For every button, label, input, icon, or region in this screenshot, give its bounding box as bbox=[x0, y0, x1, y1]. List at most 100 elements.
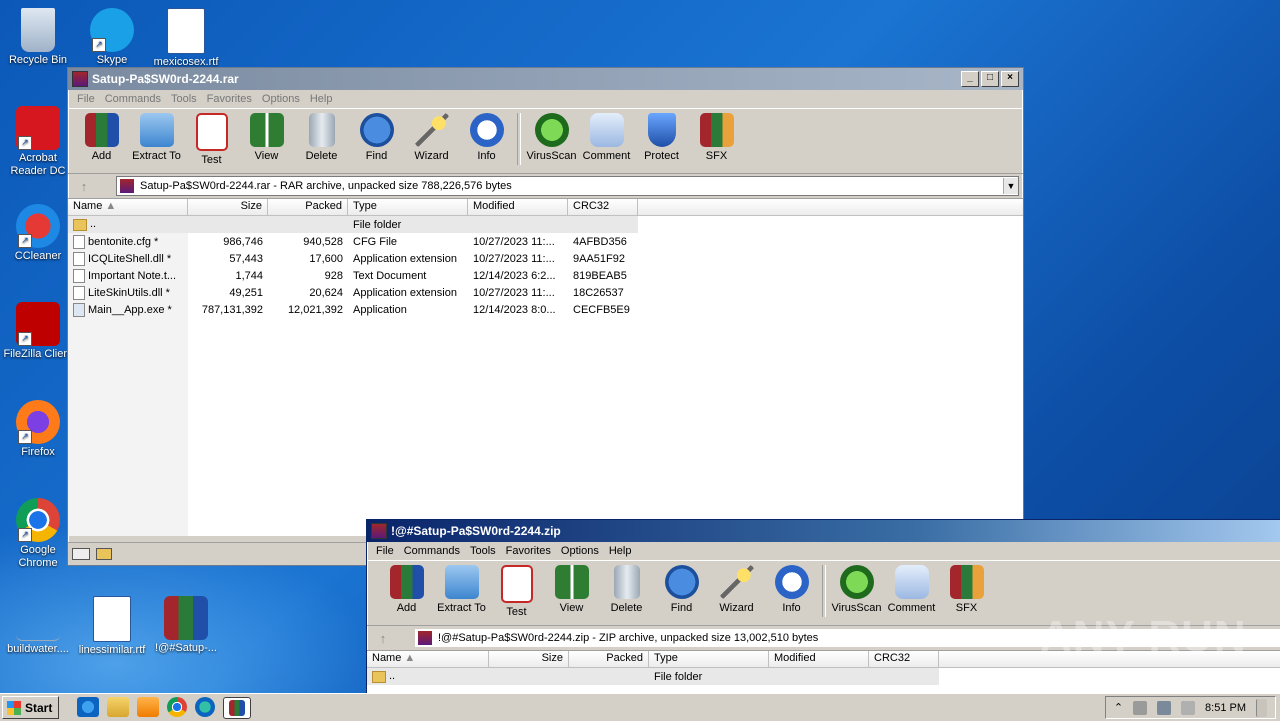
table-row[interactable]: LiteSkinUtils.dll * 49,251 20,624 Applic… bbox=[68, 284, 1023, 301]
desktop-icon-linessimilar[interactable]: linessimilar.rtf bbox=[74, 596, 150, 657]
maximize-button[interactable]: □ bbox=[981, 71, 999, 87]
column-type[interactable]: Type bbox=[348, 199, 468, 215]
menu-favorites[interactable]: Favorites bbox=[202, 93, 257, 105]
action-center-flag-icon[interactable] bbox=[1181, 700, 1196, 715]
comment-button[interactable]: Comment bbox=[884, 565, 939, 614]
menu-commands[interactable]: Commands bbox=[100, 93, 166, 105]
desktop-icon-acrobat[interactable]: ↗ Acrobat Reader DC bbox=[0, 106, 76, 178]
desktop-icon-ccleaner[interactable]: ↗ CCleaner bbox=[0, 204, 76, 263]
add-button[interactable]: Add bbox=[74, 113, 129, 162]
wizard-button[interactable]: Wizard bbox=[404, 113, 459, 162]
virusscan-button[interactable]: VirusScan bbox=[829, 565, 884, 614]
menu-file[interactable]: File bbox=[72, 93, 100, 105]
internet-explorer-icon[interactable] bbox=[77, 696, 100, 717]
blank-file-icon bbox=[16, 596, 60, 641]
table-row[interactable]: .. File folder bbox=[367, 668, 939, 685]
window-titlebar[interactable]: Satup-Pa$SW0rd-2244.rar _ □ × bbox=[68, 68, 1023, 90]
desktop-icon-filezilla[interactable]: ↗ FileZilla Client bbox=[0, 302, 76, 361]
minimize-button[interactable]: _ bbox=[961, 71, 979, 87]
volume-icon[interactable] bbox=[1133, 700, 1148, 715]
protect-button[interactable]: Protect bbox=[634, 113, 689, 162]
edge-icon[interactable] bbox=[195, 696, 216, 717]
desktop-icon-zip-archive[interactable]: !@#Satup-... bbox=[148, 596, 224, 655]
delete-button[interactable]: Delete bbox=[599, 565, 654, 614]
archive-path-field[interactable]: Satup-Pa$SW0rd-2244.rar - RAR archive, u… bbox=[116, 176, 1019, 196]
column-name[interactable]: Name ▲ bbox=[68, 199, 188, 215]
table-row[interactable]: .. File folder bbox=[68, 216, 638, 233]
column-name[interactable]: Name ▲ bbox=[367, 651, 489, 667]
desktop-icon-buildwater[interactable]: buildwater.... bbox=[0, 596, 76, 656]
desktop-icon-recycle-bin[interactable]: Recycle Bin bbox=[0, 8, 76, 67]
add-button[interactable]: Add bbox=[379, 565, 434, 614]
test-button[interactable]: Test bbox=[489, 565, 544, 618]
column-type[interactable]: Type bbox=[649, 651, 769, 667]
view-button[interactable]: View bbox=[544, 565, 599, 614]
info-button[interactable]: Info bbox=[764, 565, 819, 614]
column-crc32[interactable]: CRC32 bbox=[869, 651, 939, 667]
media-player-icon[interactable] bbox=[137, 696, 160, 717]
file-crc: CECFB5E9 bbox=[573, 303, 630, 316]
file-type: Application extension bbox=[353, 286, 457, 299]
column-size[interactable]: Size bbox=[188, 199, 268, 215]
menu-options[interactable]: Options bbox=[257, 93, 305, 105]
tool-label: Protect bbox=[644, 150, 679, 162]
comment-button[interactable]: Comment bbox=[579, 113, 634, 162]
table-row[interactable]: Important Note.t... 1,744 928 Text Docum… bbox=[68, 267, 1023, 284]
file-explorer-icon[interactable] bbox=[107, 696, 130, 717]
column-packed[interactable]: Packed bbox=[569, 651, 649, 667]
file-modified: 10/27/2023 11:... bbox=[473, 286, 555, 299]
menu-commands[interactable]: Commands bbox=[399, 545, 465, 557]
network-icon[interactable] bbox=[1157, 700, 1172, 715]
column-modified[interactable]: Modified bbox=[769, 651, 869, 667]
table-row[interactable]: ICQLiteShell.dll * 57,443 17,600 Applica… bbox=[68, 250, 1023, 267]
menu-help[interactable]: Help bbox=[604, 545, 637, 557]
menu-help[interactable]: Help bbox=[305, 93, 338, 105]
file-type: Text Document bbox=[353, 269, 427, 282]
table-row[interactable]: bentonite.cfg * 986,746 940,528 CFG File… bbox=[68, 233, 1023, 250]
winrar-window-zip: !@#Satup-Pa$SW0rd-2244.zip File Commands… bbox=[366, 519, 1280, 701]
close-button[interactable]: × bbox=[1001, 71, 1019, 87]
menu-options[interactable]: Options bbox=[556, 545, 604, 557]
find-button[interactable]: Find bbox=[349, 113, 404, 162]
show-hidden-icons-chevron-icon[interactable]: ⌃ bbox=[1114, 701, 1123, 714]
show-desktop-button[interactable] bbox=[1256, 698, 1267, 717]
column-crc32[interactable]: CRC32 bbox=[568, 199, 638, 215]
extract-to-button[interactable]: Extract To bbox=[129, 113, 184, 162]
desktop-icon-rtf-file[interactable]: mexicosex.rtf bbox=[148, 8, 224, 69]
column-size[interactable]: Size bbox=[489, 651, 569, 667]
winrar-archive-icon bbox=[164, 596, 208, 640]
file-name: ICQLiteShell.dll * bbox=[88, 252, 172, 265]
sfx-button[interactable]: SFX bbox=[939, 565, 994, 614]
desktop-icon-chrome[interactable]: ↗ Google Chrome bbox=[0, 498, 76, 570]
find-button[interactable]: Find bbox=[654, 565, 709, 614]
table-row[interactable]: Main__App.exe * 787,131,392 12,021,392 A… bbox=[68, 301, 1023, 318]
wizard-button[interactable]: Wizard bbox=[709, 565, 764, 614]
add-archive-icon bbox=[84, 113, 119, 147]
chrome-icon[interactable] bbox=[167, 696, 188, 717]
menu-file[interactable]: File bbox=[371, 545, 399, 557]
column-filler bbox=[638, 199, 1023, 215]
extract-to-button[interactable]: Extract To bbox=[434, 565, 489, 614]
start-button[interactable]: Start bbox=[2, 696, 60, 719]
menu-favorites[interactable]: Favorites bbox=[501, 545, 556, 557]
menu-tools[interactable]: Tools bbox=[166, 93, 202, 105]
sfx-button[interactable]: SFX bbox=[689, 113, 744, 162]
desktop-icon-skype[interactable]: ↗ Skype bbox=[74, 8, 150, 67]
clock[interactable]: 8:51 PM bbox=[1205, 702, 1246, 714]
desktop-icon-firefox[interactable]: ↗ Firefox bbox=[0, 400, 76, 459]
dll-file-icon bbox=[73, 251, 85, 266]
column-packed[interactable]: Packed bbox=[268, 199, 348, 215]
window-titlebar[interactable]: !@#Satup-Pa$SW0rd-2244.zip bbox=[367, 520, 1280, 542]
up-arrow-icon[interactable]: ↑ bbox=[72, 179, 96, 194]
column-modified[interactable]: Modified bbox=[468, 199, 568, 215]
up-arrow-icon[interactable]: ↑ bbox=[371, 631, 395, 646]
test-button[interactable]: Test bbox=[184, 113, 239, 166]
menu-tools[interactable]: Tools bbox=[465, 545, 501, 557]
virusscan-button[interactable]: VirusScan bbox=[524, 113, 579, 162]
taskbar-winrar-button[interactable] bbox=[223, 696, 252, 719]
file-size: 57,443 bbox=[229, 252, 263, 265]
chevron-down-icon[interactable]: ▼ bbox=[1003, 178, 1018, 194]
view-button[interactable]: View bbox=[239, 113, 294, 162]
info-button[interactable]: Info bbox=[459, 113, 514, 162]
delete-button[interactable]: Delete bbox=[294, 113, 349, 162]
